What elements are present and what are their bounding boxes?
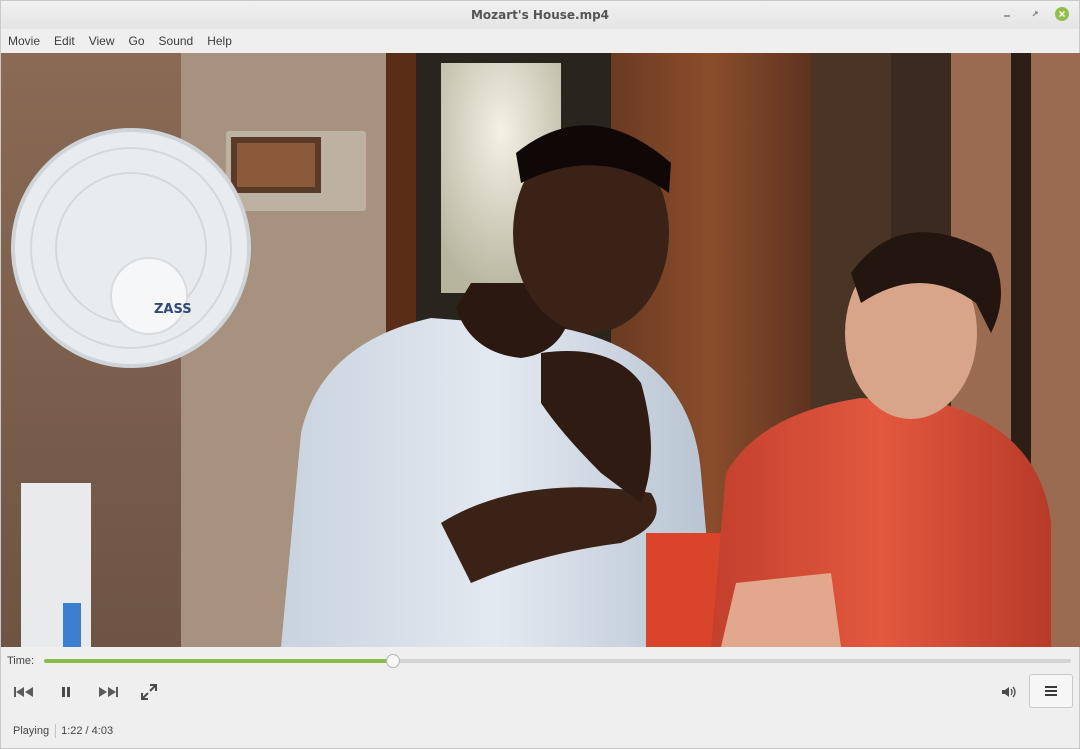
menu-help[interactable]: Help xyxy=(207,32,240,50)
skip-forward-icon[interactable] xyxy=(95,674,121,710)
maximize-icon[interactable] xyxy=(1027,6,1043,22)
menu-sound[interactable]: Sound xyxy=(159,32,202,50)
playback-state: Playing xyxy=(13,725,50,737)
playback-time: 1:22 / 4:03 xyxy=(61,725,114,737)
minimize-icon[interactable] xyxy=(999,6,1015,22)
seek-progress xyxy=(44,659,394,663)
title-bar[interactable]: Mozart's House.mp4 xyxy=(1,1,1079,29)
close-icon[interactable] xyxy=(1055,7,1069,21)
time-label: Time: xyxy=(7,655,35,667)
volume-icon[interactable] xyxy=(997,674,1023,710)
status-separator xyxy=(55,724,57,738)
menu-bar: Movie Edit View Go Sound Help xyxy=(1,29,1079,53)
fullscreen-icon[interactable] xyxy=(137,674,161,710)
time-row: Time: xyxy=(1,651,1079,671)
menu-view[interactable]: View xyxy=(89,32,123,50)
hamburger-menu-icon[interactable] xyxy=(1029,674,1073,708)
menu-movie[interactable]: Movie xyxy=(8,32,48,50)
totem-window: Mozart's House.mp4 Movie Edit View Go So… xyxy=(0,0,1080,749)
menu-go[interactable]: Go xyxy=(129,32,153,50)
video-still: ZASS xyxy=(1,53,1080,647)
window-controls xyxy=(999,6,1069,22)
video-frame[interactable]: ZASS xyxy=(1,53,1080,647)
pause-icon[interactable] xyxy=(55,674,77,710)
seek-bar[interactable] xyxy=(44,654,1071,668)
playback-controls xyxy=(1,674,1079,710)
window-title: Mozart's House.mp4 xyxy=(470,8,610,22)
menu-edit[interactable]: Edit xyxy=(54,32,83,50)
skip-back-icon[interactable] xyxy=(11,674,37,710)
seek-handle[interactable] xyxy=(386,654,401,668)
fan-brand: ZASS xyxy=(154,302,192,317)
status-bar: Playing 1:22 / 4:03 xyxy=(1,719,1079,743)
